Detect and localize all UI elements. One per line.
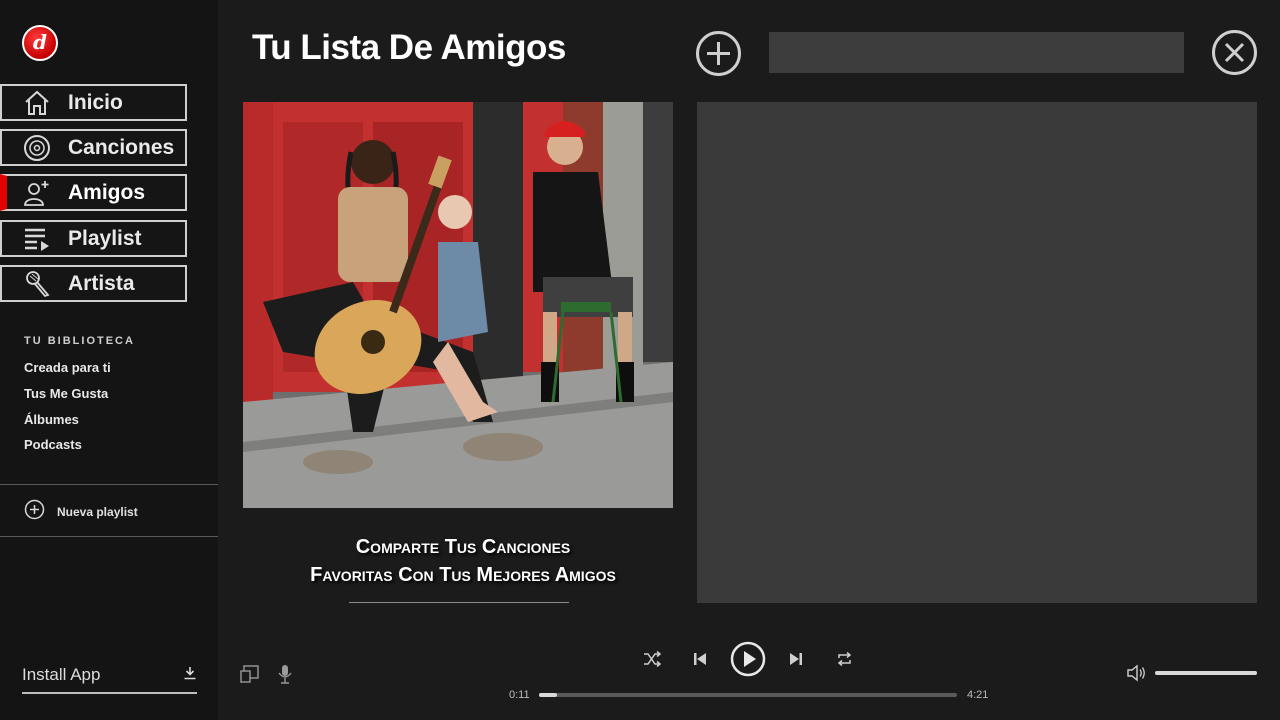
library-item-podcasts[interactable]: Podcasts xyxy=(24,437,82,452)
caption-divider xyxy=(349,602,569,603)
library-item-me-gusta[interactable]: Tus Me Gusta xyxy=(24,386,108,401)
progress-bar[interactable] xyxy=(539,693,957,697)
close-button[interactable] xyxy=(1211,29,1258,76)
play-icon xyxy=(730,641,766,677)
divider xyxy=(0,484,218,485)
repeat-icon[interactable] xyxy=(836,651,853,672)
play-button[interactable] xyxy=(730,641,766,682)
new-playlist-label: Nueva playlist xyxy=(57,505,138,519)
elapsed-time: 0:11 xyxy=(509,689,530,701)
promo-caption: Comparte Tus Canciones Favoritas Con Tus… xyxy=(243,533,683,589)
nav-label: Canciones xyxy=(68,135,175,159)
promo-caption-line1: Comparte Tus Canciones xyxy=(355,536,571,558)
library-title: TU BIBLIOTECA xyxy=(24,335,135,347)
volume-icon[interactable] xyxy=(1127,664,1146,687)
friends-list-panel xyxy=(697,102,1257,603)
install-app-label: Install App xyxy=(22,665,101,684)
microphone-icon[interactable] xyxy=(278,664,292,689)
previous-icon[interactable] xyxy=(693,652,707,671)
install-app-button[interactable]: Install App xyxy=(22,658,197,694)
nav-label: Artista xyxy=(68,271,135,295)
library-item-albumes[interactable]: Álbumes xyxy=(24,412,79,427)
library-item-creada[interactable]: Creada para ti xyxy=(24,360,111,375)
nav-item-inicio[interactable]: Inicio xyxy=(0,84,187,121)
playlist-icon xyxy=(22,224,52,254)
volume-fill xyxy=(1155,671,1257,675)
divider xyxy=(0,536,218,537)
close-icon xyxy=(1212,30,1257,75)
download-icon xyxy=(183,666,197,685)
microphone-icon xyxy=(22,269,52,299)
progress-fill xyxy=(539,693,557,697)
add-friend-button[interactable] xyxy=(695,30,742,77)
add-friend-icon xyxy=(22,178,52,208)
disc-icon xyxy=(22,133,52,163)
nav-label: Amigos xyxy=(68,180,146,204)
home-icon xyxy=(22,88,52,118)
friends-photo xyxy=(243,102,673,508)
next-icon[interactable] xyxy=(789,652,803,671)
new-playlist-button[interactable]: Nueva playlist xyxy=(24,499,138,525)
nav-item-playlist[interactable]: Playlist xyxy=(0,220,187,257)
page-title: Tu Lista De Amigos xyxy=(252,28,566,67)
total-time: 4:21 xyxy=(967,689,989,701)
sidebar: d Inicio Canciones Amigos Playlist Artis… xyxy=(0,0,218,720)
nav-item-artista[interactable]: Artista xyxy=(0,265,187,302)
plus-circle-icon xyxy=(24,499,45,525)
nav-label: Inicio xyxy=(68,90,123,114)
volume-slider[interactable] xyxy=(1155,671,1257,675)
devices-icon[interactable] xyxy=(240,664,260,689)
plus-circle-icon xyxy=(696,31,741,76)
nav-label: Playlist xyxy=(68,226,142,250)
nav-item-canciones[interactable]: Canciones xyxy=(0,129,187,166)
app-logo[interactable]: d xyxy=(22,25,58,61)
shuffle-icon[interactable] xyxy=(643,650,662,672)
search-input[interactable] xyxy=(769,32,1184,73)
promo-caption-line2: Favoritas Con Tus Mejores Amigos xyxy=(310,564,616,586)
nav-item-amigos[interactable]: Amigos xyxy=(0,174,187,211)
